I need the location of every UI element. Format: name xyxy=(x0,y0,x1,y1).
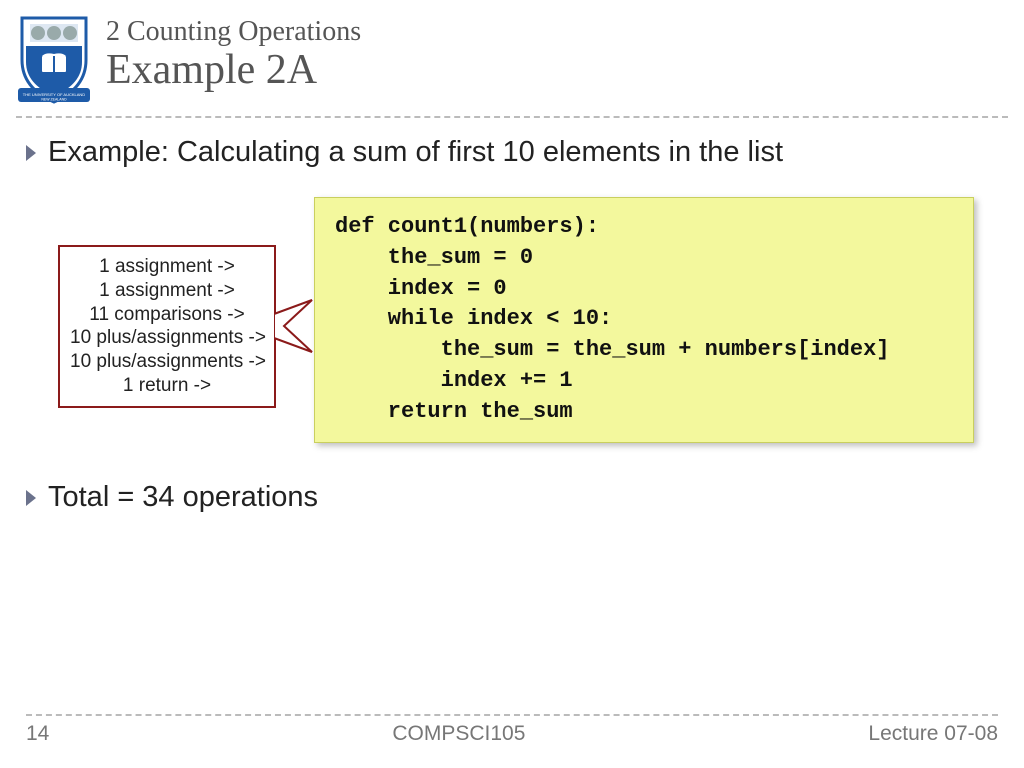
bullet-text: Example: Calculating a sum of first 10 e… xyxy=(48,136,783,169)
callout-line: 1 return -> xyxy=(70,374,264,398)
footer: 14 COMPSCI105 Lecture 07-08 xyxy=(0,714,1024,746)
bullet-triangle-icon xyxy=(26,145,38,166)
lecture-number: Lecture 07-08 xyxy=(868,722,998,746)
callout-line: 10 plus/assignments -> xyxy=(70,326,264,350)
footer-divider xyxy=(26,714,998,716)
slide-title: Example 2A xyxy=(106,46,998,94)
slide-subtitle: 2 Counting Operations xyxy=(106,16,998,48)
body: Example: Calculating a sum of first 10 e… xyxy=(0,118,1024,514)
callout-line: 11 comparisons -> xyxy=(70,303,264,327)
slide: THE UNIVERSITY OF AUCKLAND NEW ZEALAND 2… xyxy=(0,0,1024,768)
callout-arrow-icon xyxy=(274,296,316,356)
title-block: 2 Counting Operations Example 2A xyxy=(106,14,998,94)
content-row: 1 assignment -> 1 assignment -> 11 compa… xyxy=(26,197,998,443)
page-number: 14 xyxy=(26,722,49,746)
course-code: COMPSCI105 xyxy=(392,722,525,746)
callout-line: 1 assignment -> xyxy=(70,255,264,279)
svg-text:THE UNIVERSITY OF AUCKLAND: THE UNIVERSITY OF AUCKLAND xyxy=(23,92,85,97)
footer-row: 14 COMPSCI105 Lecture 07-08 xyxy=(26,722,998,746)
bullet-text: Total = 34 operations xyxy=(48,481,318,514)
callout-line: 1 assignment -> xyxy=(70,279,264,303)
code-block: def count1(numbers): the_sum = 0 index =… xyxy=(314,197,974,443)
bullet-item: Total = 34 operations xyxy=(26,481,998,514)
bullet-item: Example: Calculating a sum of first 10 e… xyxy=(26,136,998,169)
operations-callout: 1 assignment -> 1 assignment -> 11 compa… xyxy=(58,245,276,408)
svg-text:NEW ZEALAND: NEW ZEALAND xyxy=(41,98,67,102)
header: THE UNIVERSITY OF AUCKLAND NEW ZEALAND 2… xyxy=(0,0,1024,116)
bullet-triangle-icon xyxy=(26,490,38,511)
university-logo: THE UNIVERSITY OF AUCKLAND NEW ZEALAND xyxy=(16,14,92,106)
callout-line: 10 plus/assignments -> xyxy=(70,350,264,374)
